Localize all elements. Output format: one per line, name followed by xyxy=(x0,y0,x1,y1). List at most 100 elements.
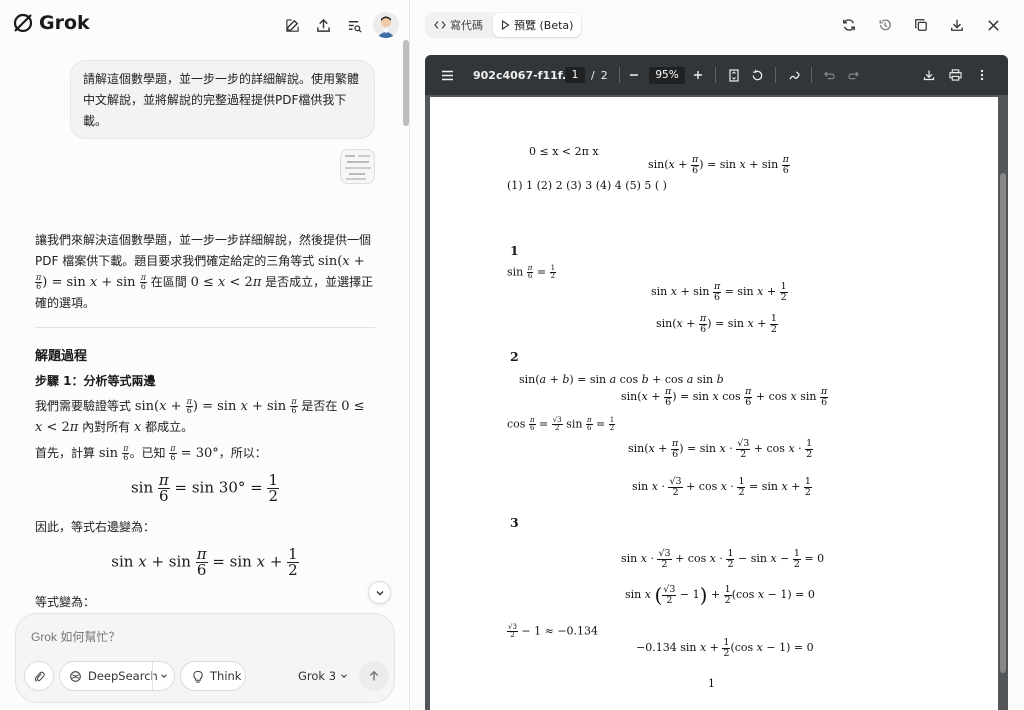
divider xyxy=(811,67,812,83)
attach-icon xyxy=(34,671,45,682)
attach-button[interactable] xyxy=(24,661,54,691)
page-separator: / xyxy=(591,68,595,82)
heading-step-1: 步驟 1：分析等式兩邊 xyxy=(35,374,156,388)
model-selector[interactable]: Grok 3 xyxy=(298,669,348,683)
annotate-icon xyxy=(789,70,800,80)
deepsearch-icon xyxy=(70,670,81,682)
paragraph: 因此，等式右邊變為： xyxy=(35,520,156,534)
refresh-button[interactable] xyxy=(838,14,860,36)
pdf-math: sin(x + π 6) = sin x · √3 2 + cos x · 12 xyxy=(628,438,814,460)
undo-icon xyxy=(824,71,835,80)
math-inline: π6 = 30° xyxy=(169,444,219,462)
annotate-button[interactable] xyxy=(789,55,802,95)
download-button[interactable] xyxy=(946,14,968,36)
bulb-icon xyxy=(193,670,203,683)
tab-preview[interactable]: 預覽 (Beta) xyxy=(493,13,582,37)
attachment-thumbnail[interactable] xyxy=(340,149,375,184)
divider xyxy=(619,67,620,83)
scroll-down-button[interactable] xyxy=(368,581,391,604)
send-arrow-icon xyxy=(369,670,379,681)
chat-panel: Grok 請解這個數學題，並一步一步的詳細解說。使用繁體中文解說，並將解說的完整… xyxy=(0,0,410,710)
math-inline: 0 ≤ x < 2π xyxy=(190,275,262,290)
code-icon xyxy=(434,21,446,29)
text: 。已知 xyxy=(129,446,170,460)
history-button[interactable] xyxy=(874,14,896,36)
minus-icon xyxy=(630,74,638,76)
history-search-button[interactable] xyxy=(343,14,365,36)
chat-scrollbar[interactable] xyxy=(403,40,409,126)
rotate-icon xyxy=(752,69,763,80)
redo-icon xyxy=(848,71,859,80)
undo-button[interactable] xyxy=(824,55,835,95)
avatar[interactable] xyxy=(373,12,399,38)
chevron-down-icon[interactable] xyxy=(160,672,168,680)
deepsearch-button[interactable]: DeepSearch xyxy=(59,661,175,691)
menu-button[interactable] xyxy=(441,55,454,95)
play-icon xyxy=(501,20,510,30)
preview-panel: 寫代碼 預覽 (Beta) 902c4067-f11f... 1 / 2 95% xyxy=(411,0,1024,710)
history-search-icon xyxy=(348,20,362,33)
chevron-down-icon xyxy=(341,674,347,678)
deepsearch-label: DeepSearch xyxy=(88,669,158,683)
pdf-approx: − 1 ≈ −0.134 xyxy=(521,624,599,638)
share-icon xyxy=(316,18,330,32)
zoom-input[interactable]: 95% xyxy=(649,66,685,84)
rotate-button[interactable] xyxy=(751,55,764,95)
tab-code[interactable]: 寫代碼 xyxy=(426,13,491,37)
send-button[interactable] xyxy=(359,661,389,691)
copy-icon xyxy=(915,19,927,31)
pdf-math: sin x (√3 2 − 1) + 1 2 (cos x − 1) = 0 xyxy=(625,583,815,607)
pdf-download-button[interactable] xyxy=(923,55,935,95)
text: 我們需要驗證等式 xyxy=(35,399,135,413)
model-label: Grok 3 xyxy=(298,669,337,683)
paragraph: 等式變為： xyxy=(35,595,96,609)
new-chat-icon xyxy=(285,18,299,32)
pdf-page-number: 1 xyxy=(708,677,715,690)
pdf-toolbar: 902c4067-f11f... 1 / 2 95% xyxy=(425,55,1008,95)
plus-icon xyxy=(694,71,702,79)
pdf-section-3: 3 xyxy=(510,515,519,530)
divider xyxy=(35,327,375,328)
tab-preview-label: 預覽 (Beta) xyxy=(514,19,574,32)
pdf-text-range: 0 ≤ x < 2π x xyxy=(529,145,599,158)
pdf-section-2: 2 xyxy=(510,349,519,364)
chevron-down-icon xyxy=(376,590,383,595)
pdf-math: √3 2 − 1 ≈ −0.134 xyxy=(507,623,599,639)
reply-text: 在區間 xyxy=(146,275,191,289)
more-button[interactable] xyxy=(980,55,984,95)
text: 都成立。 xyxy=(141,420,194,434)
redo-button[interactable] xyxy=(848,55,859,95)
page-total: 2 xyxy=(600,68,608,82)
pdf-math: sin(x + π 6) = sin x + sin π6 xyxy=(648,154,790,176)
pdf-math: −0.134 sin x + 1 2 (cos x − 1) = 0 xyxy=(636,637,814,659)
math-display: sin x + sin π6 = sin x + 12 xyxy=(111,545,299,579)
think-button[interactable]: Think xyxy=(180,661,246,691)
text: 首先，計算 xyxy=(35,446,99,460)
zoom-field[interactable]: 95% xyxy=(649,55,685,95)
pdf-scrollbar[interactable] xyxy=(1000,173,1006,673)
pdf-math: sin(x + π 6) = sin x cos π6 + cos x sin π… xyxy=(621,386,829,408)
pdf-math: sin x + sin π6 = sin x + 12 xyxy=(651,281,788,303)
zoom-in-button[interactable] xyxy=(693,55,703,95)
think-label: Think xyxy=(210,669,242,683)
pdf-math: sin(a + b) = sin a cos b + cos a sin b xyxy=(519,373,724,386)
share-button[interactable] xyxy=(312,14,334,36)
print-button[interactable] xyxy=(949,55,962,95)
pdf-filename: 902c4067-f11f... xyxy=(473,68,575,82)
grok-logo[interactable]: Grok xyxy=(12,12,90,34)
copy-button[interactable] xyxy=(910,14,932,36)
close-button[interactable] xyxy=(982,14,1004,36)
divider xyxy=(775,67,776,83)
prompt-input[interactable] xyxy=(31,627,371,647)
paragraph: 我們需要驗證等式 sin(x + π 6) = sin x + sin π6 是否… xyxy=(35,396,375,438)
math-inline: sin(x + π 6) = sin x + sin π6 xyxy=(134,397,298,415)
zoom-out-button[interactable] xyxy=(629,55,639,95)
page-input[interactable]: 1 xyxy=(565,67,585,83)
fit-page-button[interactable] xyxy=(729,55,739,95)
new-chat-button[interactable] xyxy=(281,14,303,36)
text: 內對所有 xyxy=(78,420,134,434)
composer: DeepSearch Think Grok 3 xyxy=(15,613,395,703)
assistant-reply-intro: 讓我們來解決這個數學題，並一步一步詳細解說，然後提供一個PDF 檔案供下載。題目… xyxy=(35,230,375,314)
more-icon xyxy=(980,69,984,81)
pdf-viewer: 902c4067-f11f... 1 / 2 95% 0 ≤ x < 2π x … xyxy=(425,55,1008,710)
